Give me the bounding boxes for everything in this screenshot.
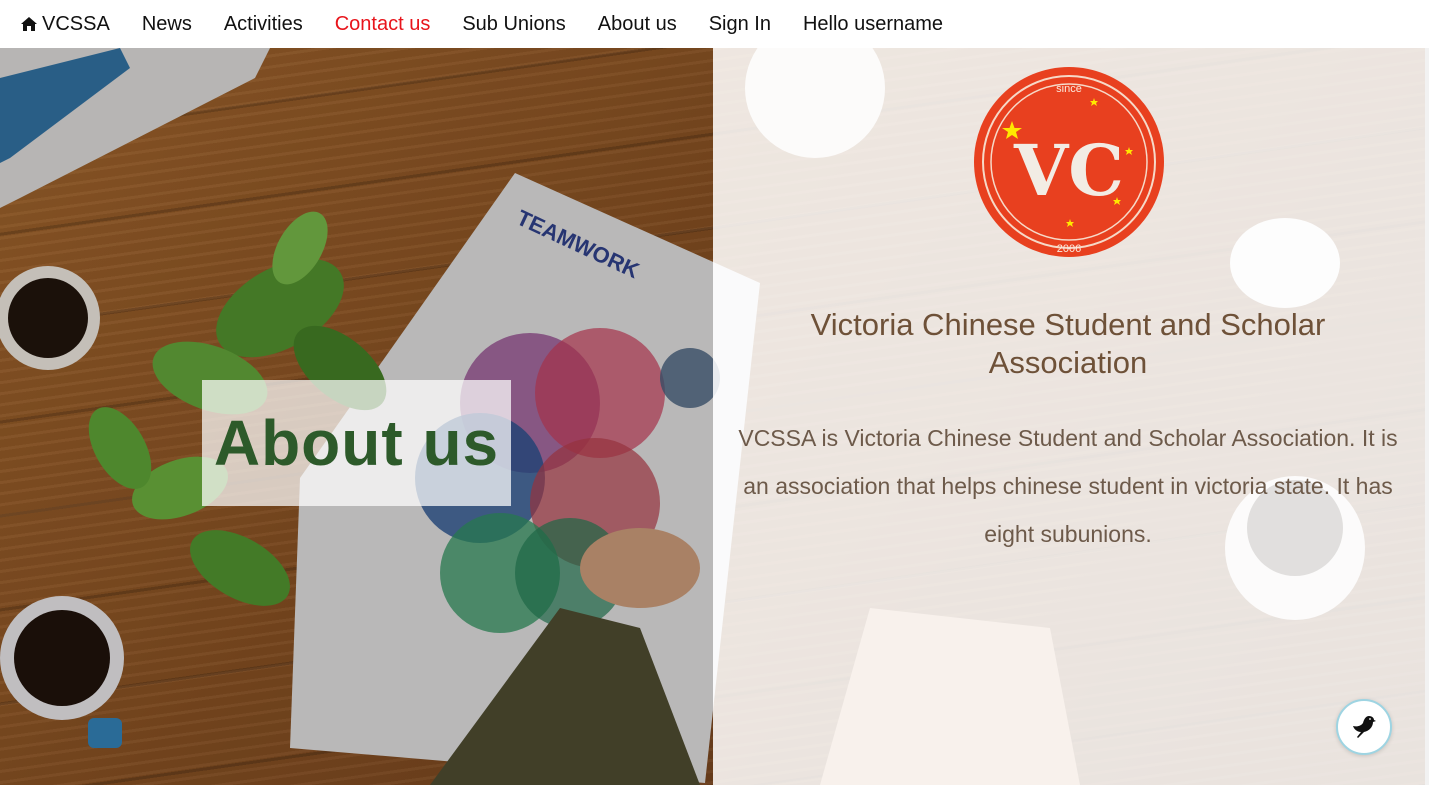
nav-sub-unions[interactable]: Sub Unions — [462, 13, 565, 36]
hero-section: TEAMWORK About us since VC 2006 Victoria… — [0, 48, 1425, 785]
nav-sign-in[interactable]: Sign In — [709, 13, 771, 36]
logo-since-text: since — [1056, 83, 1082, 95]
nav-about-us[interactable]: About us — [598, 13, 677, 36]
about-heading: About us — [213, 407, 500, 479]
top-navbar: VCSSA News Activities Contact us Sub Uni… — [0, 0, 1429, 48]
brand-home-link[interactable]: VCSSA — [20, 13, 110, 36]
chat-widget-button[interactable] — [1336, 699, 1392, 755]
organization-title: Victoria Chinese Student and Scholar Ass… — [810, 307, 1326, 380]
nav-user-greeting[interactable]: Hello username — [803, 13, 943, 36]
home-icon — [21, 17, 37, 31]
organization-description: VCSSA is Victoria Chinese Student and Sc… — [738, 425, 1398, 547]
nav-news[interactable]: News — [142, 13, 192, 36]
logo-initials: VC — [1013, 129, 1124, 212]
nav-contact-us[interactable]: Contact us — [335, 13, 431, 36]
bird-icon — [1353, 716, 1376, 738]
brand-label: VCSSA — [42, 12, 110, 35]
about-heading-box: About us — [202, 380, 511, 506]
vcssa-logo: since VC 2006 — [974, 67, 1164, 257]
nav-activities[interactable]: Activities — [224, 13, 303, 36]
logo-year-text: 2006 — [1057, 243, 1081, 255]
page-scrollbar-track[interactable] — [1425, 0, 1429, 785]
